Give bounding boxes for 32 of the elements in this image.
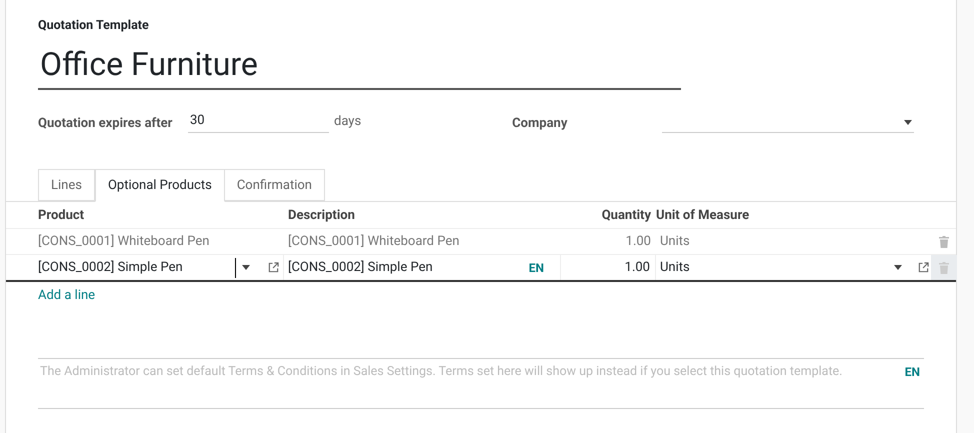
tab[interactable]: Confirmation	[224, 169, 325, 202]
add-line-link[interactable]: Add a line	[38, 286, 96, 305]
column-header[interactable]: Quantity	[561, 206, 656, 225]
table-cell-text: Units	[659, 233, 691, 251]
language-button[interactable]: EN	[528, 258, 544, 277]
external-link-icon[interactable]	[268, 262, 279, 274]
column-header[interactable]: Product	[38, 206, 284, 225]
days-input[interactable]: 30	[188, 110, 329, 134]
table-cell-text: [CONS_0001] Whiteboard Pen	[38, 233, 210, 251]
table-cell-text: 1.00	[624, 233, 652, 251]
unit-label: days	[334, 112, 362, 131]
tab[interactable]: Optional Products	[94, 169, 225, 202]
uom-input[interactable]: Units	[660, 258, 888, 278]
form-label: Quotation Template	[38, 17, 150, 35]
external-link-icon[interactable]	[918, 262, 929, 274]
field-label: Quotation expires after	[38, 114, 174, 133]
language-button[interactable]: EN	[904, 363, 920, 382]
table-cell-text: [CONS_0001] Whiteboard Pen	[287, 233, 460, 251]
product-input[interactable]: [CONS_0002] Simple Pen	[38, 258, 236, 278]
caret-icon[interactable]	[894, 265, 902, 270]
field-label: Company	[512, 114, 568, 133]
table-row-editing[interactable]: [CONS_0002] Simple Pen [CONS_0002] Simple Pen EN 1.00 Units	[6, 255, 956, 282]
name-field[interactable]: Office Furniture	[38, 42, 681, 90]
tab[interactable]: Lines	[38, 169, 95, 202]
terms-field[interactable]: The Administrator can set default Terms & Conditions in Sales Settings. Terms set here will show up instead if you select this quotation template.	[38, 363, 895, 384]
caret-icon[interactable]	[904, 120, 912, 126]
caret-icon[interactable]	[242, 265, 250, 270]
quantity-input[interactable]: 1.00	[561, 255, 656, 280]
table-row[interactable]: [CONS_0001] Whiteboard Pen [CONS_0001] Whiteboard Pen 1.00 Units	[6, 229, 956, 256]
column-header[interactable]: Description	[284, 206, 561, 225]
column-header[interactable]: Unit of Measure	[656, 206, 931, 225]
description-input[interactable]: [CONS_0002] Simple Pen	[288, 258, 433, 278]
